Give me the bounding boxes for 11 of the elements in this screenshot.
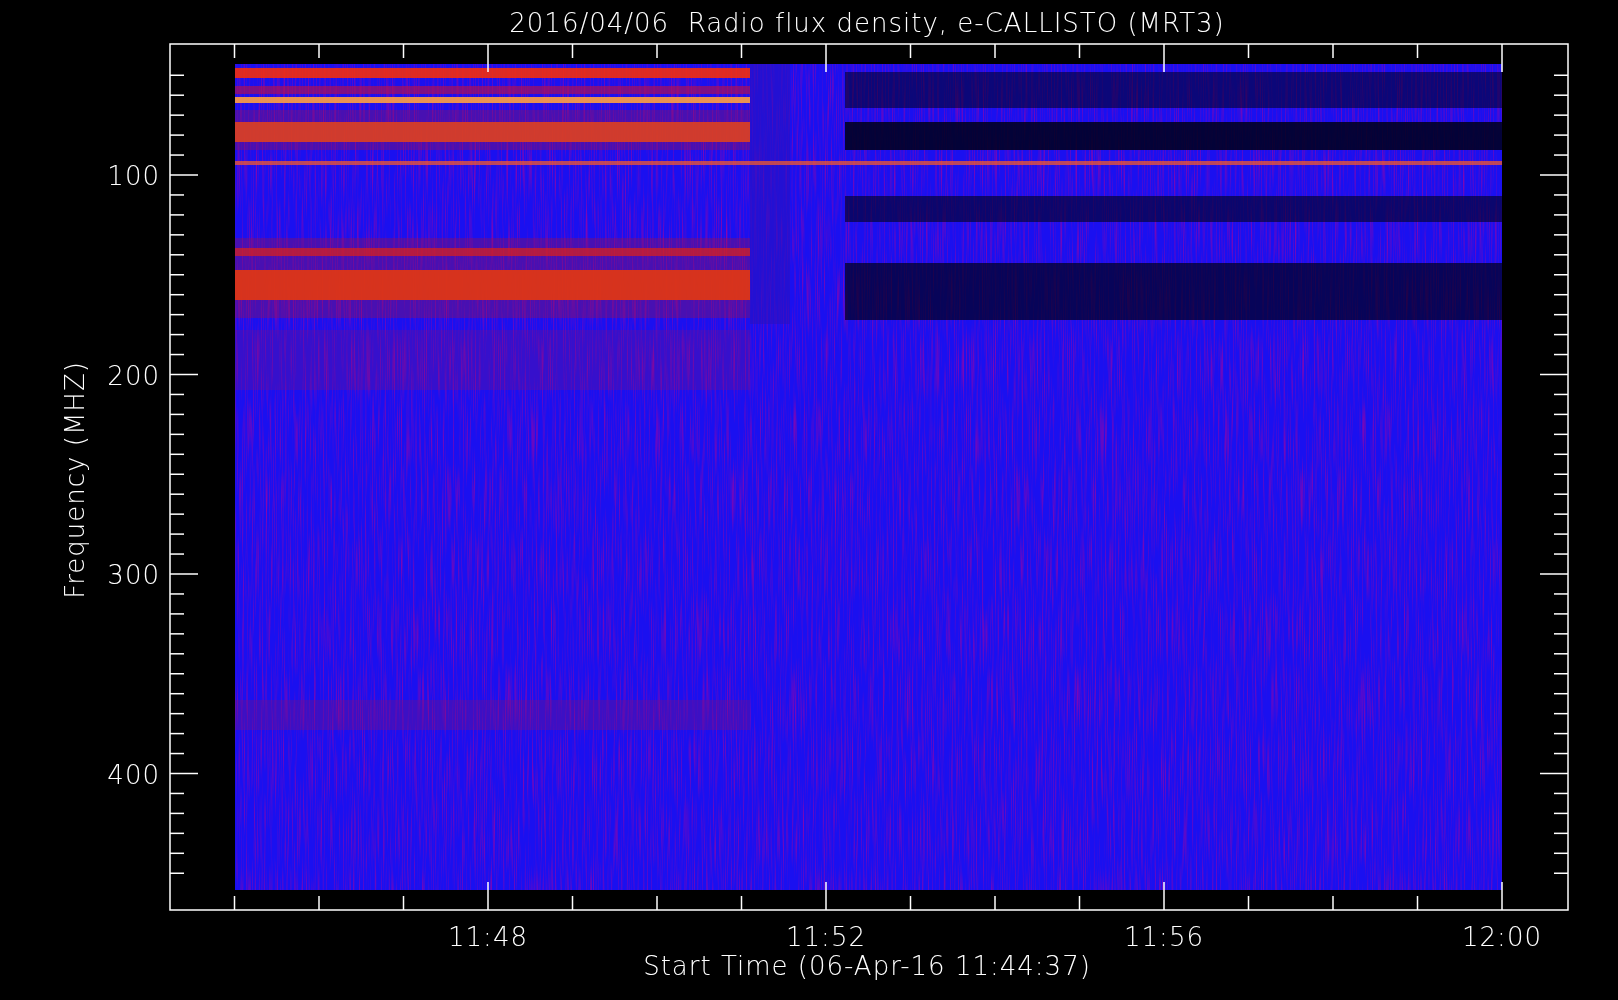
y-tick-label: 300 <box>107 560 160 590</box>
y-tick-label: 200 <box>107 360 160 391</box>
x-axis-label: Start Time (06-Apr-16 11:44:37) <box>643 951 1091 981</box>
x-tick-label: 11:48 <box>448 922 528 952</box>
y-tick-label: 400 <box>107 759 160 790</box>
y-axis-label: Frequency (MHZ) <box>60 361 90 599</box>
x-tick-label: 11:52 <box>786 922 866 952</box>
chart-title: 2016/04/06 Radio flux density, e-CALLISTO (MRT3) <box>509 8 1225 38</box>
y-tick-label: 100 <box>107 161 160 191</box>
x-tick-label: 11:56 <box>1124 922 1204 952</box>
x-tick-label: 12:00 <box>1462 922 1542 952</box>
